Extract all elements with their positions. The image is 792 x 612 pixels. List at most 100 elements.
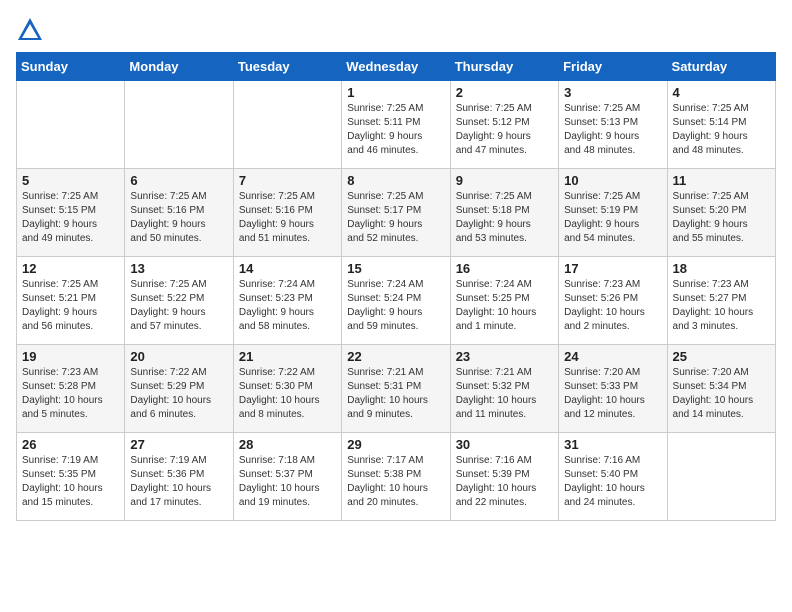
calendar-day-cell: 27 Sunrise: 7:19 AM Sunset: 5:36 PM Dayli… <box>125 433 233 521</box>
day-number: 14 <box>239 261 336 276</box>
calendar-day-cell: 2 Sunrise: 7:25 AM Sunset: 5:12 PM Daylig… <box>450 81 558 169</box>
day-info: Sunrise: 7:24 AM Sunset: 5:24 PM Dayligh… <box>347 278 444 334</box>
calendar-day-cell: 14 Sunrise: 7:24 AM Sunset: 5:23 PM Dayli… <box>233 257 341 345</box>
calendar-day-cell: 16 Sunrise: 7:24 AM Sunset: 5:25 PM Dayli… <box>450 257 558 345</box>
day-number: 16 <box>456 261 553 276</box>
calendar-header: SundayMondayTuesdayWednesdayThursdayFrid… <box>17 53 776 81</box>
calendar-week-row: 19 Sunrise: 7:23 AM Sunset: 5:28 PM Dayli… <box>17 345 776 433</box>
calendar-day-cell: 6 Sunrise: 7:25 AM Sunset: 5:16 PM Daylig… <box>125 169 233 257</box>
day-info: Sunrise: 7:25 AM Sunset: 5:15 PM Dayligh… <box>22 190 119 246</box>
day-number: 23 <box>456 349 553 364</box>
calendar-day-cell: 12 Sunrise: 7:25 AM Sunset: 5:21 PM Dayli… <box>17 257 125 345</box>
day-number: 24 <box>564 349 661 364</box>
day-info: Sunrise: 7:22 AM Sunset: 5:30 PM Dayligh… <box>239 366 336 422</box>
calendar-day-cell: 30 Sunrise: 7:16 AM Sunset: 5:39 PM Dayli… <box>450 433 558 521</box>
calendar-day-cell: 1 Sunrise: 7:25 AM Sunset: 5:11 PM Daylig… <box>342 81 450 169</box>
day-number: 1 <box>347 85 444 100</box>
day-info: Sunrise: 7:23 AM Sunset: 5:27 PM Dayligh… <box>673 278 770 334</box>
weekday-header: Wednesday <box>342 53 450 81</box>
day-info: Sunrise: 7:23 AM Sunset: 5:28 PM Dayligh… <box>22 366 119 422</box>
calendar-day-cell: 25Sunrise: 7:20 AM Sunset: 5:34 PM Dayli… <box>667 345 775 433</box>
calendar-week-row: 26 Sunrise: 7:19 AM Sunset: 5:35 PM Dayli… <box>17 433 776 521</box>
day-info: Sunrise: 7:25 AM Sunset: 5:12 PM Dayligh… <box>456 102 553 158</box>
day-number: 30 <box>456 437 553 452</box>
calendar-day-cell: 3 Sunrise: 7:25 AM Sunset: 5:13 PM Daylig… <box>559 81 667 169</box>
day-info: Sunrise: 7:24 AM Sunset: 5:25 PM Dayligh… <box>456 278 553 334</box>
page-header <box>16 16 776 44</box>
calendar-day-cell: 13 Sunrise: 7:25 AM Sunset: 5:22 PM Dayli… <box>125 257 233 345</box>
day-number: 3 <box>564 85 661 100</box>
day-info: Sunrise: 7:16 AM Sunset: 5:39 PM Dayligh… <box>456 454 553 510</box>
day-number: 10 <box>564 173 661 188</box>
calendar-day-cell: 22 Sunrise: 7:21 AM Sunset: 5:31 PM Dayli… <box>342 345 450 433</box>
calendar-week-row: 12 Sunrise: 7:25 AM Sunset: 5:21 PM Dayli… <box>17 257 776 345</box>
day-info: Sunrise: 7:19 AM Sunset: 5:36 PM Dayligh… <box>130 454 227 510</box>
calendar-day-cell: 24 Sunrise: 7:20 AM Sunset: 5:33 PM Dayli… <box>559 345 667 433</box>
day-number: 7 <box>239 173 336 188</box>
day-info: Sunrise: 7:20 AM Sunset: 5:33 PM Dayligh… <box>564 366 661 422</box>
day-info: Sunrise: 7:25 AM Sunset: 5:16 PM Dayligh… <box>130 190 227 246</box>
calendar-week-row: 5Sunrise: 7:25 AM Sunset: 5:15 PM Daylig… <box>17 169 776 257</box>
day-number: 12 <box>22 261 119 276</box>
day-number: 15 <box>347 261 444 276</box>
day-info: Sunrise: 7:18 AM Sunset: 5:37 PM Dayligh… <box>239 454 336 510</box>
weekday-header: Sunday <box>17 53 125 81</box>
calendar-day-cell: 17Sunrise: 7:23 AM Sunset: 5:26 PM Dayli… <box>559 257 667 345</box>
weekday-header: Saturday <box>667 53 775 81</box>
calendar-day-cell: 21 Sunrise: 7:22 AM Sunset: 5:30 PM Dayli… <box>233 345 341 433</box>
calendar-day-cell: 9 Sunrise: 7:25 AM Sunset: 5:18 PM Daylig… <box>450 169 558 257</box>
logo <box>16 16 48 44</box>
calendar-day-cell: 29 Sunrise: 7:17 AM Sunset: 5:38 PM Dayli… <box>342 433 450 521</box>
day-number: 4 <box>673 85 770 100</box>
day-info: Sunrise: 7:25 AM Sunset: 5:16 PM Dayligh… <box>239 190 336 246</box>
day-number: 28 <box>239 437 336 452</box>
day-info: Sunrise: 7:24 AM Sunset: 5:23 PM Dayligh… <box>239 278 336 334</box>
day-info: Sunrise: 7:23 AM Sunset: 5:26 PM Dayligh… <box>564 278 661 334</box>
day-info: Sunrise: 7:21 AM Sunset: 5:31 PM Dayligh… <box>347 366 444 422</box>
day-info: Sunrise: 7:25 AM Sunset: 5:17 PM Dayligh… <box>347 190 444 246</box>
day-number: 9 <box>456 173 553 188</box>
calendar-day-cell: 11Sunrise: 7:25 AM Sunset: 5:20 PM Dayli… <box>667 169 775 257</box>
day-info: Sunrise: 7:25 AM Sunset: 5:19 PM Dayligh… <box>564 190 661 246</box>
day-info: Sunrise: 7:16 AM Sunset: 5:40 PM Dayligh… <box>564 454 661 510</box>
weekday-row: SundayMondayTuesdayWednesdayThursdayFrid… <box>17 53 776 81</box>
day-info: Sunrise: 7:25 AM Sunset: 5:21 PM Dayligh… <box>22 278 119 334</box>
day-number: 13 <box>130 261 227 276</box>
calendar-day-cell: 26 Sunrise: 7:19 AM Sunset: 5:35 PM Dayli… <box>17 433 125 521</box>
calendar-day-cell: 28 Sunrise: 7:18 AM Sunset: 5:37 PM Dayli… <box>233 433 341 521</box>
calendar-day-cell: 8 Sunrise: 7:25 AM Sunset: 5:17 PM Daylig… <box>342 169 450 257</box>
day-number: 22 <box>347 349 444 364</box>
weekday-header: Monday <box>125 53 233 81</box>
day-number: 2 <box>456 85 553 100</box>
day-number: 26 <box>22 437 119 452</box>
day-info: Sunrise: 7:19 AM Sunset: 5:35 PM Dayligh… <box>22 454 119 510</box>
calendar-day-cell <box>233 81 341 169</box>
calendar-day-cell: 5Sunrise: 7:25 AM Sunset: 5:15 PM Daylig… <box>17 169 125 257</box>
calendar-day-cell: 4Sunrise: 7:25 AM Sunset: 5:14 PM Daylig… <box>667 81 775 169</box>
calendar-day-cell: 19 Sunrise: 7:23 AM Sunset: 5:28 PM Dayli… <box>17 345 125 433</box>
day-number: 31 <box>564 437 661 452</box>
calendar-table: SundayMondayTuesdayWednesdayThursdayFrid… <box>16 52 776 521</box>
day-info: Sunrise: 7:25 AM Sunset: 5:13 PM Dayligh… <box>564 102 661 158</box>
calendar-day-cell: 20Sunrise: 7:22 AM Sunset: 5:29 PM Dayli… <box>125 345 233 433</box>
day-number: 6 <box>130 173 227 188</box>
day-info: Sunrise: 7:17 AM Sunset: 5:38 PM Dayligh… <box>347 454 444 510</box>
calendar-body: 1 Sunrise: 7:25 AM Sunset: 5:11 PM Daylig… <box>17 81 776 521</box>
day-info: Sunrise: 7:22 AM Sunset: 5:29 PM Dayligh… <box>130 366 227 422</box>
day-number: 8 <box>347 173 444 188</box>
day-number: 18 <box>673 261 770 276</box>
day-info: Sunrise: 7:20 AM Sunset: 5:34 PM Dayligh… <box>673 366 770 422</box>
weekday-header: Thursday <box>450 53 558 81</box>
day-info: Sunrise: 7:25 AM Sunset: 5:22 PM Dayligh… <box>130 278 227 334</box>
day-number: 27 <box>130 437 227 452</box>
day-info: Sunrise: 7:25 AM Sunset: 5:11 PM Dayligh… <box>347 102 444 158</box>
day-number: 21 <box>239 349 336 364</box>
calendar-day-cell: 15 Sunrise: 7:24 AM Sunset: 5:24 PM Dayli… <box>342 257 450 345</box>
day-number: 11 <box>673 173 770 188</box>
calendar-day-cell <box>125 81 233 169</box>
calendar-day-cell: 18 Sunrise: 7:23 AM Sunset: 5:27 PM Dayli… <box>667 257 775 345</box>
weekday-header: Tuesday <box>233 53 341 81</box>
day-number: 19 <box>22 349 119 364</box>
day-number: 29 <box>347 437 444 452</box>
day-info: Sunrise: 7:25 AM Sunset: 5:18 PM Dayligh… <box>456 190 553 246</box>
